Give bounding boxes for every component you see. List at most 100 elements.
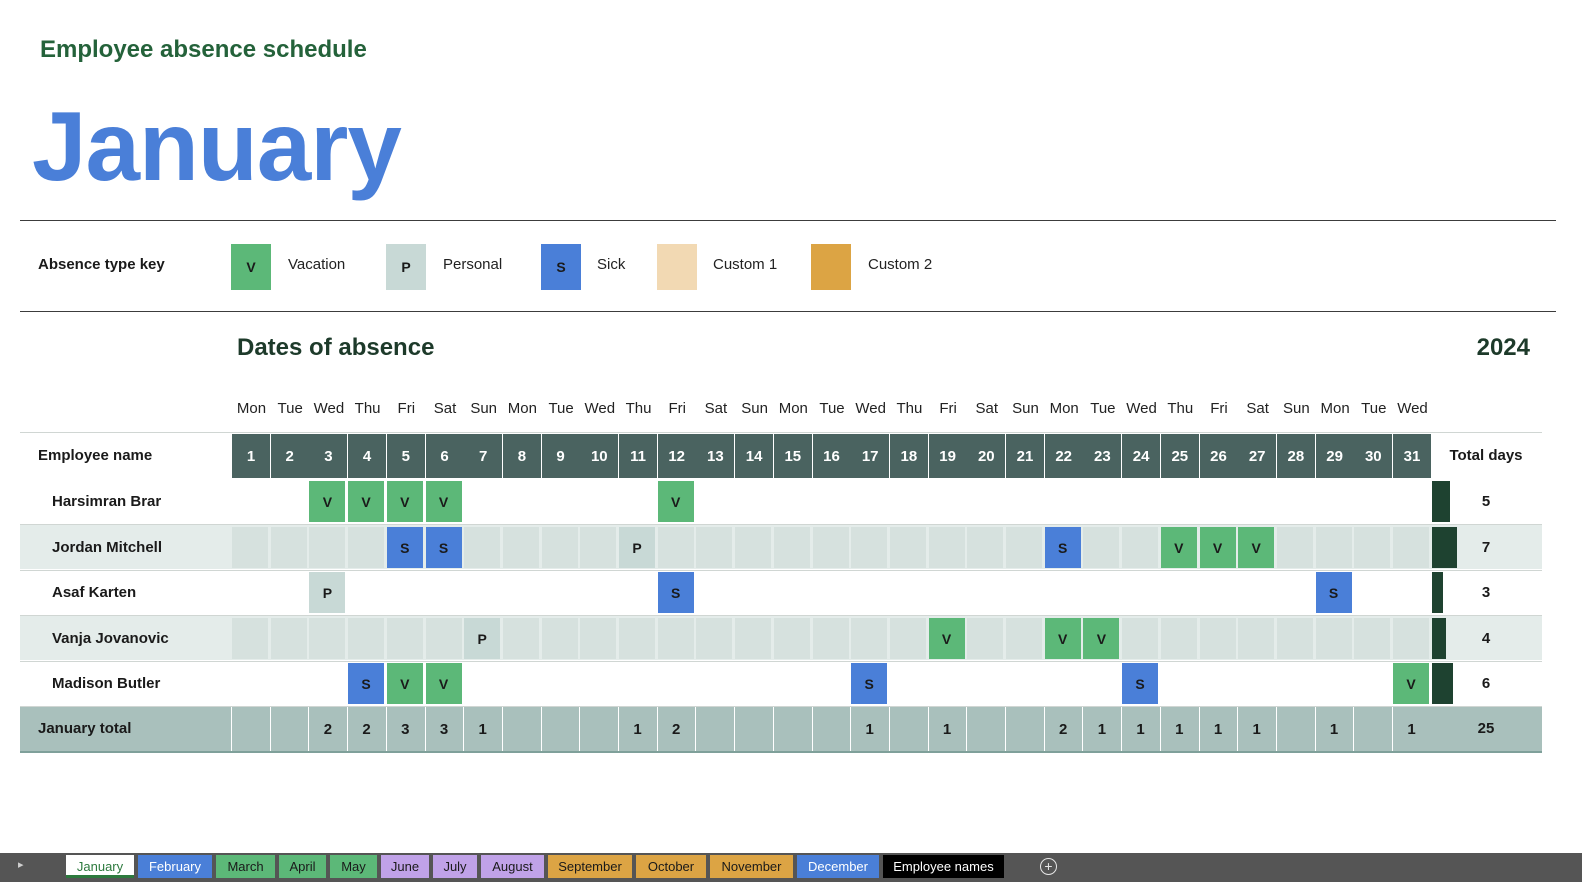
day-cell[interactable] [735,527,772,568]
absence-cell[interactable]: S [386,527,423,568]
absence-cell[interactable]: P [464,618,501,659]
day-cell[interactable] [541,618,578,659]
day-cell[interactable] [774,572,810,613]
day-cell[interactable] [774,663,810,704]
day-cell[interactable] [890,481,926,522]
day-cell[interactable] [425,618,462,659]
day-cell[interactable] [967,572,1003,613]
day-cell[interactable] [1393,527,1429,568]
day-cell[interactable] [619,572,655,613]
day-cell[interactable] [696,527,733,568]
day-cell[interactable] [426,572,462,613]
day-cell[interactable] [773,527,810,568]
day-cell[interactable] [813,572,849,613]
day-cell[interactable] [813,481,849,522]
day-cell[interactable] [967,481,1003,522]
day-cell[interactable] [1161,572,1197,613]
day-cell[interactable] [1200,481,1236,522]
day-cell[interactable] [1277,572,1313,613]
day-cell[interactable] [464,572,500,613]
sheet-tab-december[interactable]: December [797,855,879,878]
day-cell[interactable] [735,572,771,613]
day-cell[interactable] [1276,618,1313,659]
absence-cell[interactable]: S [425,527,462,568]
day-cell[interactable] [270,618,307,659]
day-cell[interactable] [1276,527,1313,568]
day-cell[interactable] [1161,663,1197,704]
day-cell[interactable] [309,618,346,659]
sheet-tab-april[interactable]: April [279,855,326,878]
day-cell[interactable] [387,572,423,613]
day-cell[interactable] [542,572,578,613]
absence-cell[interactable]: V [657,481,694,522]
day-cell[interactable] [735,663,771,704]
day-cell[interactable] [271,663,307,704]
day-cell[interactable] [1083,572,1119,613]
day-cell[interactable] [464,663,500,704]
day-cell[interactable] [1316,663,1352,704]
absence-cell[interactable]: S [1315,572,1352,613]
absence-cell[interactable]: V [386,663,423,704]
day-cell[interactable] [309,663,345,704]
day-cell[interactable] [1238,572,1274,613]
day-cell[interactable] [813,663,849,704]
absence-cell[interactable]: P [309,572,346,613]
day-cell[interactable] [1122,527,1159,568]
day-cell[interactable] [735,481,771,522]
day-cell[interactable] [1083,527,1120,568]
day-cell[interactable] [1238,481,1274,522]
day-cell[interactable] [967,527,1004,568]
day-cell[interactable] [1238,663,1274,704]
day-cell[interactable] [580,527,617,568]
day-cell[interactable] [619,663,655,704]
day-cell[interactable] [773,618,810,659]
day-cell[interactable] [929,481,965,522]
day-cell[interactable] [1083,663,1119,704]
absence-cell[interactable]: P [619,527,655,568]
day-cell[interactable] [928,527,965,568]
day-cell[interactable] [1161,481,1197,522]
day-cell[interactable] [735,618,772,659]
day-cell[interactable] [1393,572,1429,613]
day-cell[interactable] [503,663,539,704]
day-cell[interactable] [890,663,926,704]
day-cell[interactable] [696,481,732,522]
day-cell[interactable] [889,618,926,659]
day-cell[interactable] [812,618,849,659]
day-cell[interactable] [348,527,385,568]
day-cell[interactable] [1200,663,1236,704]
day-cell[interactable] [580,572,616,613]
day-cell[interactable] [1200,572,1236,613]
day-cell[interactable] [270,527,307,568]
day-cell[interactable] [658,663,694,704]
sheet-tab-march[interactable]: March [216,855,275,878]
sheet-tab-september[interactable]: September [548,855,632,878]
day-cell[interactable] [1354,527,1391,568]
day-cell[interactable] [232,527,268,568]
day-cell[interactable] [502,618,539,659]
day-cell[interactable] [580,481,616,522]
day-cell[interactable] [696,618,733,659]
absence-cell[interactable]: V [1044,618,1081,659]
day-cell[interactable] [657,527,694,568]
day-cell[interactable] [657,618,694,659]
day-cell[interactable] [696,663,732,704]
sheet-tab-october[interactable]: October [636,855,706,878]
day-cell[interactable] [1122,572,1158,613]
day-cell[interactable] [232,663,268,704]
day-cell[interactable] [851,572,887,613]
day-cell[interactable] [774,481,810,522]
day-cell[interactable] [812,527,849,568]
sheet-tab-june[interactable]: June [381,855,429,878]
day-cell[interactable] [1160,618,1197,659]
day-cell[interactable] [348,572,384,613]
day-cell[interactable] [1122,618,1159,659]
absence-cell[interactable]: V [309,481,346,522]
day-cell[interactable] [580,663,616,704]
sheet-tab-january[interactable]: January [66,855,134,878]
day-cell[interactable] [1122,481,1158,522]
tab-scroll-icon[interactable]: ▸ [18,858,24,871]
day-cell[interactable] [1315,618,1352,659]
day-cell[interactable] [967,618,1004,659]
day-cell[interactable] [386,618,423,659]
